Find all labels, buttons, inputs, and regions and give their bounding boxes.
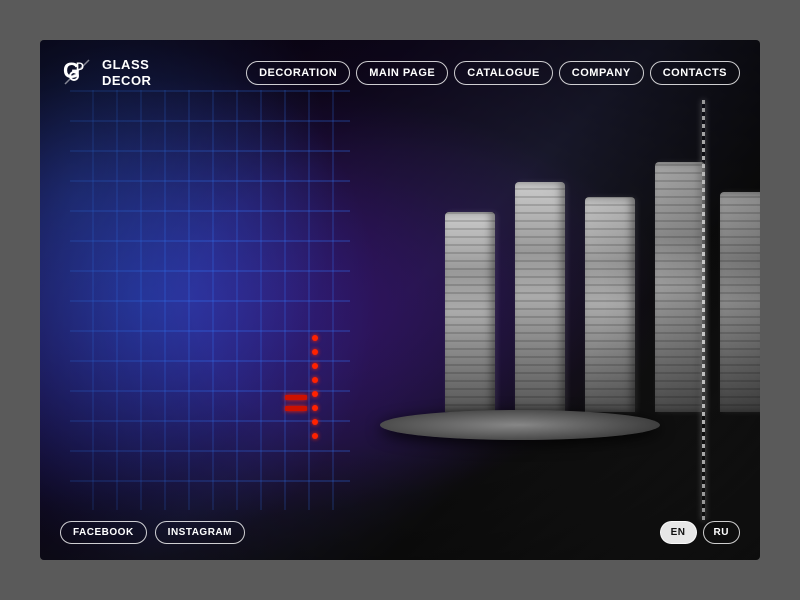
nav-links: DECORATION MAIN PAGE CATALOGUE COMPANY C… — [246, 61, 740, 85]
bottom-bar: FACEBOOK INSTAGRAM EN RU — [40, 521, 760, 544]
nav-contacts[interactable]: CONTACTS — [650, 61, 740, 85]
logo-icon: G D — [60, 56, 94, 90]
nav-company[interactable]: COMPANY — [559, 61, 644, 85]
social-instagram[interactable]: INSTAGRAM — [155, 521, 245, 544]
logo-line2: DECOR — [102, 73, 151, 89]
lang-ru[interactable]: RU — [703, 521, 740, 544]
navbar: G D GLASS DECOR DECORATION MAIN PAGE CAT… — [40, 56, 760, 90]
logo-line1: GLASS — [102, 57, 151, 73]
main-container: G D GLASS DECOR DECORATION MAIN PAGE CAT… — [40, 40, 760, 560]
language-switcher: EN RU — [660, 521, 740, 544]
nav-main-page[interactable]: MAIN PAGE — [356, 61, 448, 85]
social-links: FACEBOOK INSTAGRAM — [60, 521, 245, 544]
nav-catalogue[interactable]: CATALOGUE — [454, 61, 553, 85]
lang-en[interactable]: EN — [660, 521, 697, 544]
social-facebook[interactable]: FACEBOOK — [60, 521, 147, 544]
logo-text: GLASS DECOR — [102, 57, 151, 88]
nav-decoration[interactable]: DECORATION — [246, 61, 350, 85]
vignette — [40, 40, 760, 560]
logo: G D GLASS DECOR — [60, 56, 151, 90]
